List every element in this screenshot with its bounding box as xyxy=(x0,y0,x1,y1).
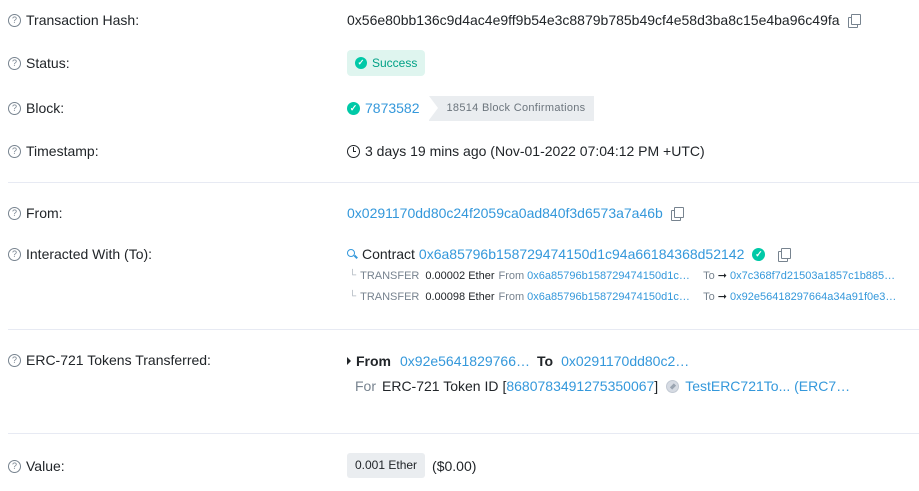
check-circle-icon: ✓ xyxy=(347,102,360,115)
transfer-amount: 0.00002 Ether xyxy=(425,269,495,282)
interacted-value-wrap: Contract 0x6a85796b158729474150d1c94a661… xyxy=(347,246,792,262)
transfer-to-link[interactable]: 0x92e56418297664a34a91f0e3a5b7d1c2e8f4a6… xyxy=(730,291,900,303)
erc721-from-link[interactable]: 0x92e56418297664a34a91f0e3a5b7d1c2e8f4a6… xyxy=(400,353,531,369)
block-confirmations-badge: 18514 Block Confirmations xyxy=(428,96,595,121)
erc721-for-label: For xyxy=(355,378,376,394)
transfer-to-label: To xyxy=(703,269,715,282)
erc721-from-label: From xyxy=(356,353,391,369)
transfer-from-link[interactable]: 0x6a85796b158729474150d1c94a66184368d521… xyxy=(527,291,695,303)
help-icon[interactable]: ? xyxy=(8,144,21,158)
magnifier-icon xyxy=(347,248,358,260)
status-label-wrap: ? Status: xyxy=(8,55,70,71)
help-icon[interactable]: ? xyxy=(8,247,21,261)
help-icon[interactable]: ? xyxy=(8,353,21,367)
transfer-from-label: From xyxy=(498,290,525,303)
tx-hash-value-wrap: 0x56e80bb136c9d4ac4e9ff9b54e3c8879b785b4… xyxy=(347,12,861,28)
erc721-row: ? ERC-721 Tokens Transferred: From 0x92e… xyxy=(0,350,919,400)
status-value-wrap: ✓ Success xyxy=(347,50,426,76)
block-label-wrap: ? Block: xyxy=(8,100,64,116)
internal-transfer-row: └ TRANSFER 0.00098 Ether From 0x6a85796b… xyxy=(349,290,900,304)
from-label-wrap: ? From: xyxy=(8,205,63,221)
token-icon xyxy=(666,379,680,393)
arrow-right-icon: ➞ xyxy=(717,291,728,303)
transfer-to-link[interactable]: 0x7c368f7d21503a1857c1b885b1d1b3f7e1c2a9… xyxy=(730,270,900,282)
tree-branch-icon: └ xyxy=(349,270,357,281)
interacted-label-wrap: ? Interacted With (To): xyxy=(8,246,152,262)
erc721-token-line: For ERC-721 Token ID [ 86807834912753500… xyxy=(355,378,851,394)
erc721-to-link[interactable]: 0x0291170dd80c24f2059ca0ad840f3d6573a7a4… xyxy=(561,353,691,369)
value-usd: ($0.00) xyxy=(432,457,477,474)
value-wrap: 0.001 Ether ($0.00) xyxy=(347,453,476,478)
timestamp-value-wrap: 3 days 19 mins ago (Nov-01-2022 07:04:12… xyxy=(347,143,705,159)
clock-icon xyxy=(347,144,360,158)
status-badge: ✓ Success xyxy=(347,50,426,76)
caret-right-icon xyxy=(347,357,351,365)
erc721-label-wrap: ? ERC-721 Tokens Transferred: xyxy=(8,352,211,368)
arrow-right-icon: ➞ xyxy=(717,270,728,282)
value-row: ? Value: 0.001 Ether ($0.00) xyxy=(0,453,919,479)
copy-icon[interactable] xyxy=(847,13,861,28)
tx-hash-label-wrap: ? Transaction Hash: xyxy=(8,12,139,28)
block-number-link[interactable]: 7873582 xyxy=(365,100,420,116)
from-label: From: xyxy=(26,205,63,221)
transfer-from-link[interactable]: 0x6a85796b158729474150d1c94a66184368d521… xyxy=(527,270,695,282)
tx-hash-value: 0x56e80bb136c9d4ac4e9ff9b54e3c8879b785b4… xyxy=(347,12,840,28)
block-label: Block: xyxy=(26,100,65,116)
erc721-token-id-label: ERC-721 Token ID xyxy=(382,378,499,394)
block-value-wrap: ✓ 7873582 18514 Block Confirmations xyxy=(347,96,595,121)
copy-icon[interactable] xyxy=(670,206,684,221)
transfer-from-label: From xyxy=(498,269,525,282)
timestamp-row: ? Timestamp: 3 days 19 mins ago (Nov-01-… xyxy=(0,141,919,161)
erc721-token-name-link[interactable]: TestERC721To... (ERC721) xyxy=(685,378,851,394)
help-icon[interactable]: ? xyxy=(8,56,21,70)
transfer-type: TRANSFER xyxy=(360,269,420,282)
erc721-to-label: To xyxy=(537,353,554,369)
contract-label: Contract xyxy=(362,246,415,262)
help-icon[interactable]: ? xyxy=(8,459,21,473)
value-label-wrap: ? Value: xyxy=(8,458,65,474)
value-amount-badge: 0.001 Ether xyxy=(347,453,426,478)
section-divider xyxy=(8,182,919,183)
block-row: ? Block: ✓ 7873582 18514 Block Confirmat… xyxy=(0,95,919,121)
verified-check-icon: ✓ xyxy=(752,247,766,261)
timestamp-label: Timestamp: xyxy=(26,143,99,159)
transfer-to-label: To xyxy=(703,290,715,303)
help-icon[interactable]: ? xyxy=(8,13,21,27)
interacted-label: Interacted With (To): xyxy=(26,246,153,262)
tx-hash-row: ? Transaction Hash: 0x56e80bb136c9d4ac4e… xyxy=(0,10,919,30)
from-address-link[interactable]: 0x0291170dd80c24f2059ca0ad840f3d6573a7a4… xyxy=(347,205,663,221)
contract-address-link[interactable]: 0x6a85796b158729474150d1c94a66184368d521… xyxy=(419,246,744,262)
bracket-close: ] xyxy=(654,378,659,394)
from-value-wrap: 0x0291170dd80c24f2059ca0ad840f3d6573a7a4… xyxy=(347,205,684,221)
copy-icon[interactable] xyxy=(778,247,792,262)
section-divider xyxy=(8,433,919,434)
section-divider xyxy=(8,329,919,330)
erc721-label: ERC-721 Tokens Transferred: xyxy=(26,352,211,368)
timestamp-value: 3 days 19 mins ago (Nov-01-2022 07:04:12… xyxy=(365,143,705,159)
help-icon[interactable]: ? xyxy=(8,101,21,115)
status-value: Success xyxy=(372,56,418,70)
interacted-row: ? Interacted With (To): Contract 0x6a857… xyxy=(0,244,919,264)
timestamp-label-wrap: ? Timestamp: xyxy=(8,143,99,159)
status-row: ? Status: ✓ Success xyxy=(0,50,919,76)
transfer-amount: 0.00098 Ether xyxy=(425,290,495,303)
erc721-token-id-link[interactable]: 8680783491275350067 xyxy=(506,378,654,394)
status-label: Status: xyxy=(26,55,70,71)
help-icon[interactable]: ? xyxy=(8,206,21,220)
tree-branch-icon: └ xyxy=(349,291,357,302)
from-row: ? From: 0x0291170dd80c24f2059ca0ad840f3d… xyxy=(0,203,919,223)
erc721-transfer-line: From 0x92e56418297664a34a91f0e3a5b7d1c2e… xyxy=(347,353,691,369)
transfer-type: TRANSFER xyxy=(360,290,420,303)
check-circle-icon: ✓ xyxy=(355,57,367,69)
tx-hash-label: Transaction Hash: xyxy=(26,12,140,28)
internal-transfer-row: └ TRANSFER 0.00002 Ether From 0x6a85796b… xyxy=(349,269,900,283)
value-label: Value: xyxy=(26,458,65,474)
